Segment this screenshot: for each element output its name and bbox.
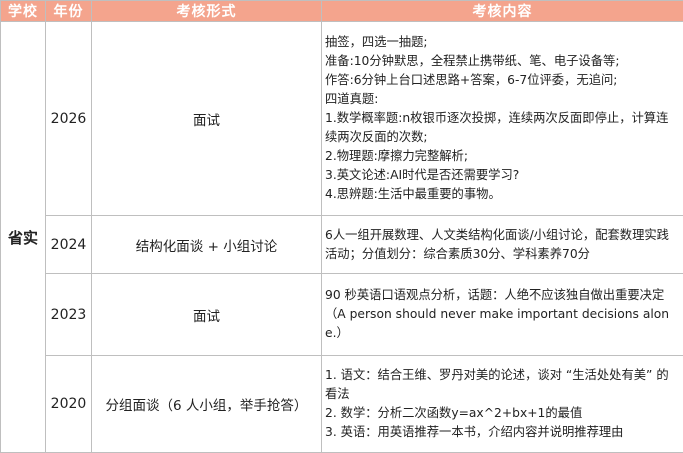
form-cell: 分组面谈（6 人小组，举手抢答） xyxy=(91,355,322,453)
content-line: 1. 语文：结合王维、罗丹对美的论述，谈对 “生活处处有美” 的看法 xyxy=(325,368,669,401)
header-content: 考核内容 xyxy=(321,0,683,22)
content-line: 3.英文论述:AI时代是否还需要学习? xyxy=(325,168,520,182)
content-line: 6人一组开展数理、人文类结构化面谈/小组讨论，配套数理实践活动；分值划分：综合素… xyxy=(325,227,669,261)
header-form: 考核形式 xyxy=(91,0,322,22)
content-cell: 90 秒英语口语观点分析，话题：人绝不应该独自做出重要决定（A person s… xyxy=(321,273,683,356)
table-row: 2024 结构化面谈 + 小组讨论 6人一组开展数理、人文类结构化面谈/小组讨论… xyxy=(1,215,683,274)
table-row: 2020 分组面谈（6 人小组，举手抢答） 1. 语文：结合王维、罗丹对美的论述… xyxy=(1,355,683,453)
content-cell: 抽签，四选一抽题; 准备:10分钟默思，全程禁止携带纸、笔、电子设备等; 作答:… xyxy=(321,21,683,216)
year-cell: 2026 xyxy=(45,21,92,216)
header-year: 年份 xyxy=(45,0,92,22)
table-row: 2023 面试 90 秒英语口语观点分析，话题：人绝不应该独自做出重要决定（A … xyxy=(1,273,683,356)
content-line: 作答:6分钟上台口述思路+答案，6-7位评委，无追问; xyxy=(325,73,618,87)
content-line: 四道真题: xyxy=(325,92,379,106)
year-cell: 2024 xyxy=(45,215,92,274)
form-cell: 面试 xyxy=(91,21,322,216)
content-line: 3. 英语：用英语推荐一本书，介绍内容并说明推荐理由 xyxy=(325,425,624,439)
form-cell: 面试 xyxy=(91,273,322,356)
content-line: 准备:10分钟默思，全程禁止携带纸、笔、电子设备等; xyxy=(325,54,620,68)
content-line: 抽签，四选一抽题; xyxy=(325,35,428,49)
content-line: 4.思辨题:生活中最重要的事物。 xyxy=(325,187,501,201)
header-school: 学校 xyxy=(0,0,46,22)
form-cell: 结构化面谈 + 小组讨论 xyxy=(91,215,322,274)
content-line: 1.数学概率题:n枚银币逐次投掷，连续两次反面即停止，计算连续两次反面的次数; xyxy=(325,111,669,144)
content-line: 2. 数学：分析二次函数y=ax^2+bx+1的最值 xyxy=(325,406,583,420)
content-line: 2.物理题:摩擦力完整解析; xyxy=(325,149,468,163)
year-cell: 2020 xyxy=(45,355,92,453)
exam-table: 学校 年份 考核形式 考核内容 省实 2026 面试 抽签，四选一抽题; 准备:… xyxy=(0,0,683,453)
school-cell: 省实 xyxy=(0,21,46,453)
content-line: 90 秒英语口语观点分析，话题：人绝不应该独自做出重要决定（A person s… xyxy=(325,288,670,340)
year-cell: 2023 xyxy=(45,273,92,356)
table-row: 省实 2026 面试 抽签，四选一抽题; 准备:10分钟默思，全程禁止携带纸、笔… xyxy=(0,21,683,453)
content-cell: 6人一组开展数理、人文类结构化面谈/小组讨论，配套数理实践活动；分值划分：综合素… xyxy=(321,215,683,274)
content-cell: 1. 语文：结合王维、罗丹对美的论述，谈对 “生活处处有美” 的看法 2. 数学… xyxy=(321,355,683,453)
header-row: 学校 年份 考核形式 考核内容 xyxy=(0,0,683,22)
